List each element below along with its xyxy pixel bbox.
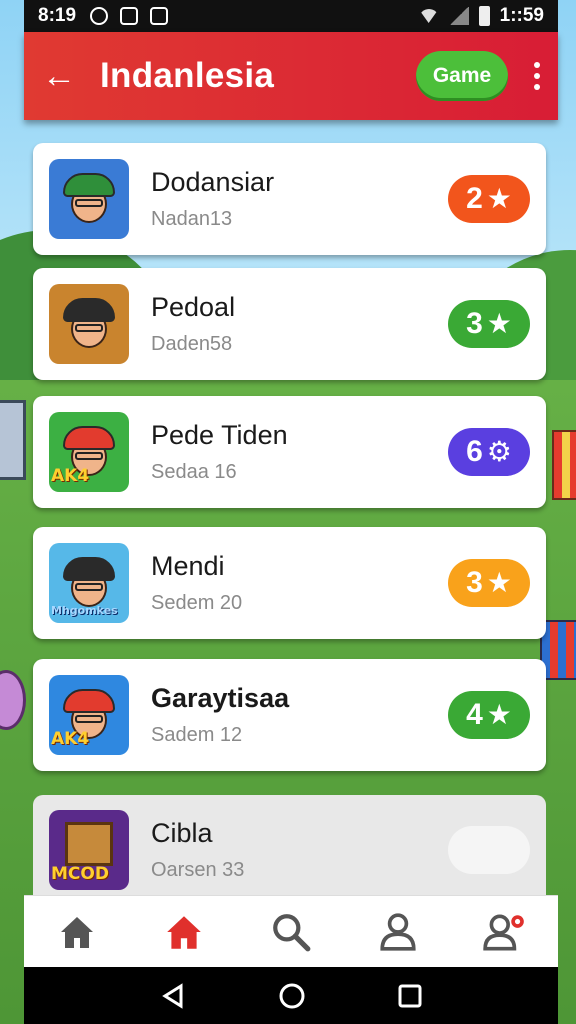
list-item-subtitle: Nadan13 [151, 208, 233, 230]
nav-home-active[interactable] [154, 904, 214, 960]
star-icon: ★ [486, 308, 512, 339]
signal-icon [448, 7, 469, 25]
search-icon [273, 913, 311, 951]
status-time: 8:19 [38, 5, 77, 26]
list-item-text: Dodansiar Nadan13 [151, 167, 448, 231]
character-hat [63, 557, 115, 581]
rating-badge[interactable]: 6 ⚙ [448, 428, 530, 476]
list-item-text: Pedoal Daden58 [151, 292, 448, 356]
list-item-title: Cibla [151, 818, 213, 848]
character-glasses [75, 452, 103, 460]
app-icon: AK4 [49, 412, 129, 492]
rating-value: 3 [466, 566, 483, 599]
back-arrow-icon[interactable]: ← [42, 59, 78, 93]
list-item-subtitle: Daden58 [151, 333, 233, 355]
rating-badge[interactable]: 3 ★ [448, 300, 530, 348]
list-item-subtitle: Oarsen 33 [151, 859, 245, 881]
app-icon-label: AK4 [51, 729, 90, 749]
app-icon-label: MCOD [51, 864, 109, 884]
list-item-subtitle: Sedem 20 [151, 592, 243, 614]
more-options-icon[interactable] [534, 62, 540, 90]
rating-value: 4 [466, 698, 483, 731]
background-house [0, 400, 26, 480]
list-item-subtitle: Sadem 12 [151, 724, 243, 746]
list-item-text: Garaytisaa Sadem 12 [151, 683, 448, 747]
rating-value: 2 [466, 182, 483, 215]
profile-icon [380, 912, 416, 951]
character-glasses [75, 324, 103, 332]
list-item[interactable]: Dodansiar Nadan13 2 ★ [33, 143, 546, 255]
list-item-text: Pede Tiden Sedaa 16 [151, 420, 448, 484]
list-item[interactable]: AK4 Pede Tiden Sedaa 16 6 ⚙ [33, 396, 546, 508]
character-hat [63, 689, 115, 713]
rating-badge[interactable] [448, 826, 530, 874]
star-icon: ★ [486, 183, 512, 214]
star-icon: ★ [486, 567, 512, 598]
list-item-text: Cibla Oarsen 33 [151, 818, 448, 882]
status-bar: 8:19 1::59 [24, 0, 558, 32]
status-clock-right: 1::59 [499, 5, 544, 26]
character-glasses [75, 715, 103, 723]
list-item[interactable]: MCOD Cibla Oarsen 33 [33, 795, 546, 895]
character-hat [63, 298, 115, 322]
home-icon [61, 916, 94, 948]
crate-icon [65, 822, 113, 866]
system-recents-icon[interactable] [397, 983, 423, 1009]
battery-icon [478, 6, 490, 26]
rating-badge[interactable]: 3 ★ [448, 559, 530, 607]
rating-badge[interactable]: 2 ★ [448, 175, 530, 223]
star-icon: ★ [486, 699, 512, 730]
page-title: Indanlesia [100, 56, 275, 95]
bottom-navigation [24, 895, 558, 967]
rating-value: 3 [466, 307, 483, 340]
character-glasses [75, 199, 103, 207]
system-navigation-bar [24, 967, 558, 1024]
app-icon-label: Mhgomkes [51, 604, 118, 617]
list-item-title: Pedoal [151, 292, 236, 322]
home-active-icon [167, 915, 201, 949]
list-item-subtitle: Sedaa 16 [151, 461, 237, 483]
list-item-title: Pede Tiden [151, 420, 288, 450]
list-item-text: Mendi Sedem 20 [151, 551, 448, 615]
app-icon-label: AK4 [51, 466, 90, 486]
game-button[interactable]: Game [416, 51, 508, 101]
app-icon [49, 159, 129, 239]
nav-search[interactable] [261, 904, 321, 960]
app-icon: MCOD [49, 810, 129, 890]
app-list: Dodansiar Nadan13 2 ★ Pedoal Daden58 3 ★ AK4 Pede… [24, 135, 558, 895]
nav-home[interactable] [47, 904, 107, 960]
list-item[interactable]: Pedoal Daden58 3 ★ [33, 268, 546, 380]
character-hat [63, 426, 115, 450]
list-item-title: Mendi [151, 551, 225, 581]
nav-profile[interactable] [368, 904, 428, 960]
nav-profile-settings[interactable] [475, 904, 535, 960]
list-item[interactable]: Mhgomkes Mendi Sedem 20 3 ★ [33, 527, 546, 639]
list-item-title: Garaytisaa [151, 683, 290, 713]
app-icon: AK4 [49, 675, 129, 755]
system-back-icon[interactable] [159, 982, 187, 1010]
wifi-icon [418, 9, 439, 23]
app-bar: ← Indanlesia Game [24, 32, 558, 120]
list-item-title: Dodansiar [151, 167, 275, 197]
status-alarm-icon [90, 7, 109, 25]
gear-icon: ⚙ [486, 436, 512, 467]
rating-value: 6 [466, 435, 483, 468]
system-home-icon[interactable] [277, 981, 307, 1011]
app-icon: Mhgomkes [49, 543, 129, 623]
status-calendar-icon [120, 7, 139, 25]
app-icon [49, 284, 129, 364]
rating-badge[interactable]: 4 ★ [448, 691, 530, 739]
character-glasses [75, 583, 103, 591]
profile-settings-icon [482, 913, 524, 951]
status-sim-icon [150, 7, 169, 25]
list-item[interactable]: AK4 Garaytisaa Sadem 12 4 ★ [33, 659, 546, 771]
character-hat [63, 173, 115, 197]
